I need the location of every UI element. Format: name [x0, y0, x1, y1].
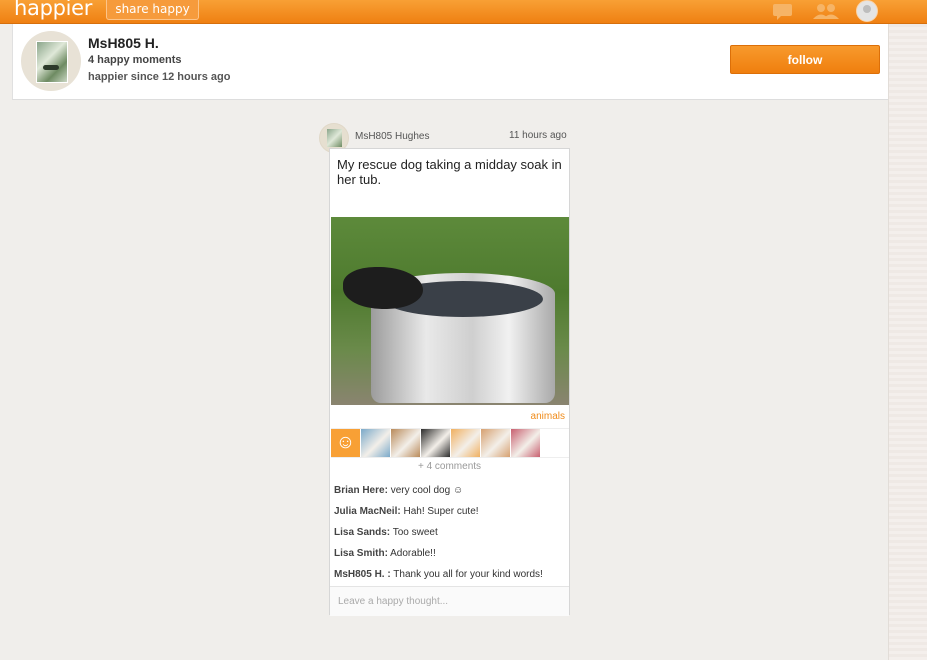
post-timestamp: 11 hours ago — [509, 130, 567, 141]
profile-header: MsH805 H. 4 happy moments happier since … — [12, 24, 888, 100]
chat-icon[interactable] — [773, 4, 792, 20]
comment: MsH805 H. : Thank you all for your kind … — [334, 569, 543, 580]
reactor-avatar[interactable] — [481, 429, 510, 457]
share-happy-button[interactable]: share happy — [106, 0, 199, 20]
happier-logo[interactable]: happier — [14, 0, 92, 20]
people-icon[interactable] — [811, 3, 841, 19]
post-author-name[interactable]: MsH805 Hughes — [355, 131, 429, 142]
comment: Brian Here: very cool dog ☺ — [334, 485, 463, 496]
comment-text: very cool dog ☺ — [390, 485, 464, 496]
happy-thought-input[interactable] — [330, 587, 569, 615]
reactor-avatar[interactable] — [361, 429, 390, 457]
top-bar: happier share happy — [0, 0, 927, 24]
post-card: My rescue dog taking a midday soak in he… — [329, 148, 570, 616]
right-decorative-column — [888, 24, 927, 660]
reactions-strip: ☺ — [331, 428, 569, 458]
reactor-avatar[interactable] — [451, 429, 480, 457]
profile-name[interactable]: MsH805 H. — [88, 35, 159, 51]
reactor-avatar[interactable] — [421, 429, 450, 457]
reactor-avatar[interactable] — [511, 429, 540, 457]
post-caption: My rescue dog taking a midday soak in he… — [337, 157, 562, 187]
happy-moments-count: 4 happy moments — [88, 54, 182, 66]
comment-text: Adorable!! — [390, 548, 436, 559]
smiley-icon[interactable]: ☺ — [331, 429, 360, 457]
more-comments-link[interactable]: + 4 comments — [330, 461, 569, 472]
user-avatar-icon[interactable] — [856, 0, 878, 22]
comment-author[interactable]: Lisa Sands: — [334, 527, 390, 538]
comment-author[interactable]: MsH805 H. : — [334, 569, 391, 580]
post-photo[interactable] — [331, 217, 569, 405]
comment-text: Hah! Super cute! — [403, 506, 479, 517]
profile-avatar[interactable] — [21, 31, 81, 91]
happy-thought-box — [330, 586, 569, 616]
comment-author[interactable]: Julia MacNeil: — [334, 506, 401, 517]
comment-text: Thank you all for your kind words! — [393, 569, 543, 580]
comment: Julia MacNeil: Hah! Super cute! — [334, 506, 479, 517]
comment: Lisa Sands: Too sweet — [334, 527, 438, 538]
category-tag[interactable]: animals — [531, 411, 565, 422]
comment-author[interactable]: Brian Here: — [334, 485, 388, 496]
comment-text: Too sweet — [392, 527, 438, 538]
comment-author[interactable]: Lisa Smith: — [334, 548, 388, 559]
comment: Lisa Smith: Adorable!! — [334, 548, 436, 559]
reactor-avatar[interactable] — [391, 429, 420, 457]
follow-button[interactable]: follow — [730, 45, 880, 74]
dog-image-part — [343, 267, 423, 309]
happier-since: happier since 12 hours ago — [88, 71, 231, 83]
